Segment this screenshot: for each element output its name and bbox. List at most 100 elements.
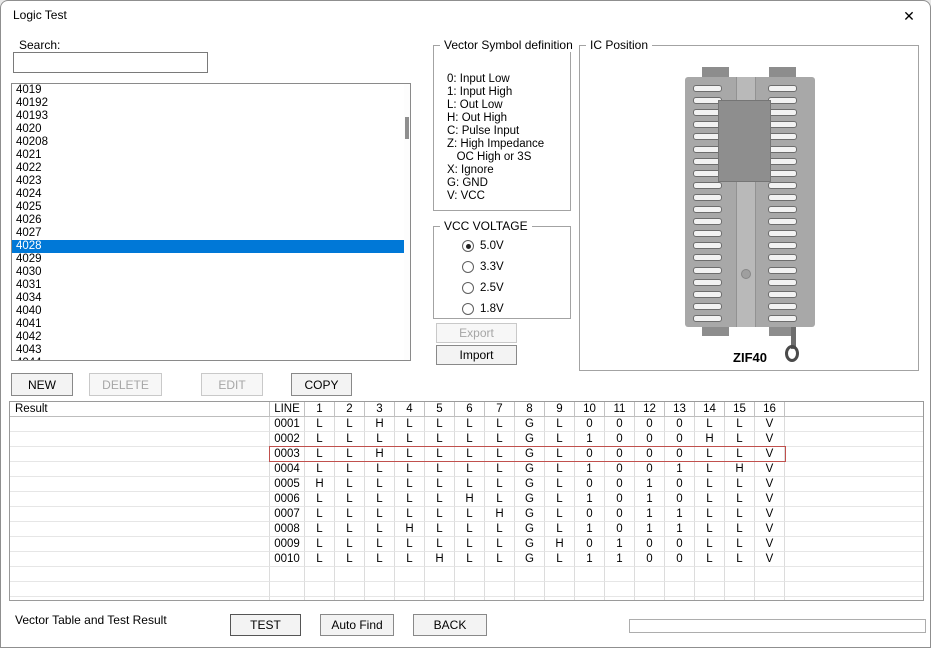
cell-pin: L	[395, 462, 425, 477]
cell-pin: 1	[575, 552, 605, 567]
table-row-0009[interactable]: 0009LLLLLLLGH0100LLV	[10, 537, 923, 552]
list-item[interactable]: 4026	[12, 214, 410, 227]
cell-pin: L	[485, 522, 515, 537]
header-pin: 12	[635, 402, 665, 417]
table-row-0001[interactable]: 0001LLHLLLLGL0000LLV	[10, 417, 923, 432]
table-row-0008[interactable]: 0008LLLHLLLGL1011LLV	[10, 522, 923, 537]
list-item[interactable]: 40208	[12, 136, 410, 149]
cell-result	[10, 477, 270, 492]
auto-find-button[interactable]: Auto Find	[320, 614, 394, 636]
cell-pin	[665, 567, 695, 582]
list-item[interactable]: 4019	[12, 84, 410, 97]
list-item[interactable]: 4042	[12, 331, 410, 344]
cell-pin: H	[485, 507, 515, 522]
list-item[interactable]: 40193	[12, 110, 410, 123]
cell-pin: L	[455, 507, 485, 522]
close-icon[interactable]: ✕	[898, 5, 920, 27]
cell-pin: L	[485, 477, 515, 492]
search-input[interactable]	[13, 52, 208, 73]
cell-pin: L	[365, 537, 395, 552]
cell-filler	[785, 462, 923, 477]
table-row-0002[interactable]: 0002LLLLLLLGL1000HLV	[10, 432, 923, 447]
cell-pin: L	[305, 507, 335, 522]
list-item[interactable]: 4029	[12, 253, 410, 266]
list-item[interactable]: 4025	[12, 201, 410, 214]
cell-pin	[545, 582, 575, 597]
cell-pin: 0	[665, 552, 695, 567]
cell-line: 0005	[270, 477, 305, 492]
list-item[interactable]: 4022	[12, 162, 410, 175]
list-item[interactable]: 4028	[12, 240, 410, 253]
cell-pin: L	[365, 432, 395, 447]
cell-pin: L	[365, 552, 395, 567]
cell-pin: 0	[635, 537, 665, 552]
back-button[interactable]: BACK	[413, 614, 487, 636]
pin-slot	[693, 303, 722, 310]
import-button[interactable]: Import	[436, 345, 517, 365]
cell-pin: L	[335, 552, 365, 567]
radio-icon[interactable]	[462, 303, 474, 315]
list-scrollbar[interactable]	[404, 84, 410, 360]
vcc-option-1.8V[interactable]: 1.8V	[462, 301, 504, 317]
table-row-0010[interactable]: 0010LLLLHLLGL1100LLV	[10, 552, 923, 567]
cell-pin: 0	[665, 492, 695, 507]
cell-pin	[425, 582, 455, 597]
bottom-status-label: Vector Table and Test Result	[15, 613, 167, 627]
list-item[interactable]: 4021	[12, 149, 410, 162]
cell-pin: 0	[635, 447, 665, 462]
vcc-option-5.0V[interactable]: 5.0V	[462, 238, 504, 254]
cell-pin: L	[485, 432, 515, 447]
table-body: 0001LLHLLLLGL0000LLV0002LLLLLLLGL1000HLV…	[10, 417, 923, 601]
radio-icon[interactable]	[462, 261, 474, 273]
cell-pin: 1	[575, 492, 605, 507]
cell-line: 0006	[270, 492, 305, 507]
cell-result	[10, 462, 270, 477]
vector-symbol-line: 1: Input High	[447, 86, 544, 99]
cell-pin: L	[365, 507, 395, 522]
list-item[interactable]: 4020	[12, 123, 410, 136]
cell-pin: G	[515, 432, 545, 447]
radio-icon[interactable]	[462, 240, 474, 252]
copy-button[interactable]: COPY	[291, 373, 352, 396]
list-item[interactable]: 4043	[12, 344, 410, 357]
cell-pin: 1	[575, 432, 605, 447]
table-row-0006[interactable]: 0006LLLLLHLGL1010LLV	[10, 492, 923, 507]
table-row-0004[interactable]: 0004LLLLLLLGL1001LHV	[10, 462, 923, 477]
list-item[interactable]: 40192	[12, 97, 410, 110]
cell-pin: V	[755, 537, 785, 552]
new-button[interactable]: NEW	[11, 373, 73, 396]
list-item[interactable]: 4034	[12, 292, 410, 305]
cell-pin: L	[725, 537, 755, 552]
ic-list[interactable]: 4019401924019340204020840214022402340244…	[11, 83, 411, 361]
pin-slot	[693, 206, 722, 213]
list-item[interactable]: 4044	[12, 357, 410, 361]
pin-slot	[768, 291, 797, 298]
vcc-option-2.5V[interactable]: 2.5V	[462, 280, 504, 296]
scrollbar-thumb[interactable]	[405, 117, 409, 139]
cell-pin	[575, 582, 605, 597]
vcc-option-3.3V[interactable]: 3.3V	[462, 259, 504, 275]
cell-pin	[395, 582, 425, 597]
list-item[interactable]: 4030	[12, 266, 410, 279]
list-item[interactable]: 4023	[12, 175, 410, 188]
list-item[interactable]: 4040	[12, 305, 410, 318]
table-row-0007[interactable]: 0007LLLLLLHGL0011LLV	[10, 507, 923, 522]
cell-pin: 0	[605, 507, 635, 522]
cell-pin	[425, 597, 455, 601]
radio-icon[interactable]	[462, 282, 474, 294]
list-item[interactable]: 4031	[12, 279, 410, 292]
result-table[interactable]: ResultLINE12345678910111213141516 0001LL…	[9, 401, 924, 601]
cell-filler	[785, 537, 923, 552]
list-item[interactable]: 4024	[12, 188, 410, 201]
cell-pin: 1	[575, 462, 605, 477]
table-row-0005[interactable]: 0005HLLLLLLGL0010LLV	[10, 477, 923, 492]
cell-pin	[485, 582, 515, 597]
list-item[interactable]: 4027	[12, 227, 410, 240]
table-row-0003[interactable]: 0003LLHLLLLGL0000LLV	[10, 447, 923, 462]
cell-line: 0010	[270, 552, 305, 567]
list-item[interactable]: 4041	[12, 318, 410, 331]
test-button[interactable]: TEST	[230, 614, 301, 636]
cell-filler	[785, 597, 923, 601]
cell-pin: L	[455, 552, 485, 567]
cell-filler	[785, 417, 923, 432]
